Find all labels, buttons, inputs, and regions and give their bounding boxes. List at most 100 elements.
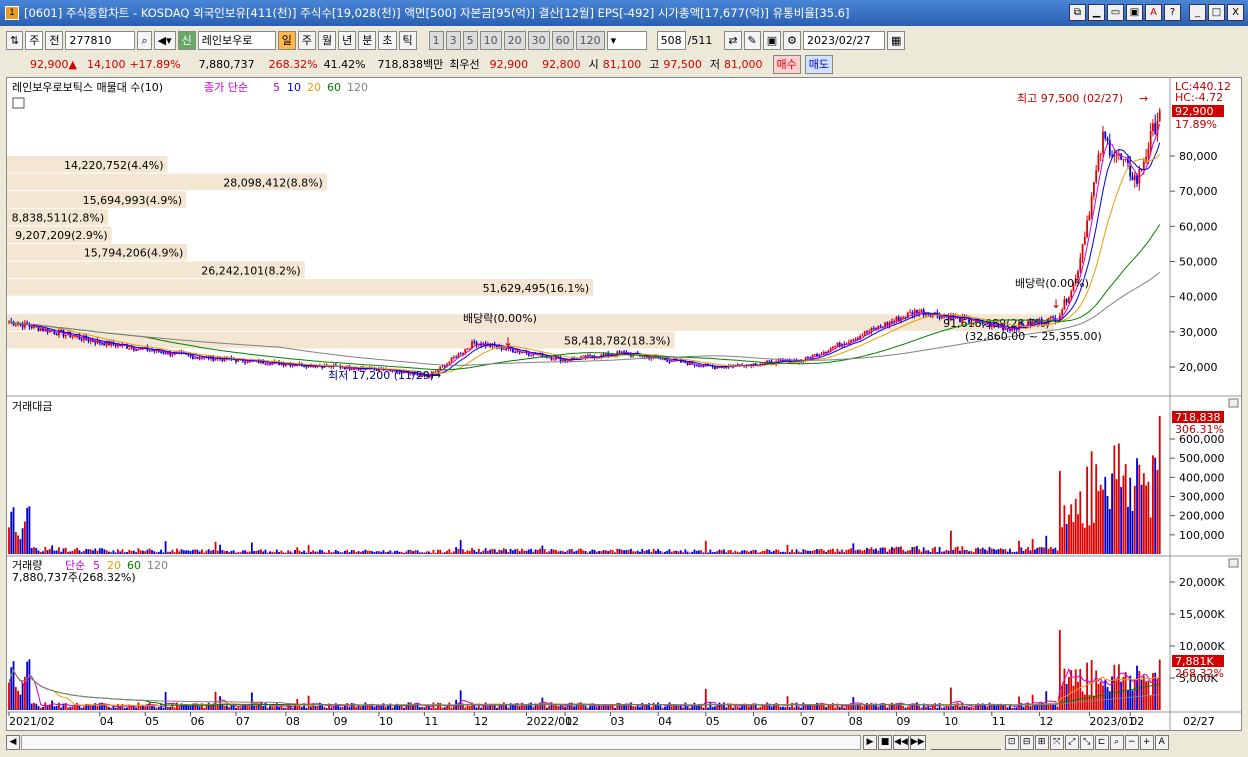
stock-code-input[interactable]: 277810 — [65, 30, 136, 50]
last-icon[interactable]: ▶▶ — [909, 734, 926, 750]
amount-bar — [155, 552, 158, 554]
amount-bar — [364, 549, 367, 554]
settings-icon[interactable]: ⚙ — [783, 30, 802, 50]
amount-bar — [695, 550, 698, 554]
close-button[interactable]: X — [1227, 4, 1244, 21]
tool-icon-5[interactable]: ⤢ — [1064, 734, 1079, 750]
volume-bar — [1022, 706, 1025, 710]
chart-area[interactable]: 14,220,752(4.4%) 28,098,412(8.8%) 15,694,9… — [6, 77, 1242, 731]
buy-button[interactable]: 매수 — [772, 54, 801, 74]
interval-60[interactable]: 60 — [551, 30, 574, 50]
volume-bar — [718, 702, 721, 710]
volume-close-icon[interactable] — [1228, 558, 1239, 568]
tab-tick[interactable]: 틱 — [398, 30, 417, 50]
amount-bar — [382, 550, 385, 554]
tool-icon-3[interactable]: ⊞ — [1034, 734, 1049, 750]
date-input[interactable]: 2023/02/27 — [803, 30, 886, 50]
scroll-right-icon[interactable]: ▶ — [863, 734, 877, 750]
sell-button[interactable]: 매도 — [804, 54, 834, 74]
volume-bar — [416, 702, 419, 710]
font-size-icon[interactable]: A — [1154, 734, 1169, 750]
interval-10[interactable]: 10 — [479, 30, 502, 50]
amount-bar — [55, 550, 58, 554]
amount-bar — [1040, 547, 1043, 554]
first-icon[interactable]: ◀◀ — [893, 734, 909, 750]
market-select[interactable]: 주 — [25, 30, 44, 50]
print-icon[interactable]: ▣ — [1126, 4, 1143, 21]
volume-bar — [80, 707, 83, 710]
amount-bar — [42, 551, 44, 554]
tool-icon[interactable]: ✎ — [743, 30, 761, 50]
new-badge[interactable]: 신 — [177, 30, 196, 50]
minimize-chart-icon[interactable]: ▁ — [1088, 4, 1105, 21]
link-icon[interactable]: ⧉ — [1069, 4, 1086, 21]
maximize-button[interactable]: □ — [1208, 4, 1225, 21]
horizontal-scrollbar[interactable] — [21, 734, 861, 750]
interval-custom-select[interactable]: ▾ — [606, 30, 647, 50]
candle-body — [643, 356, 646, 358]
amount-bar — [325, 552, 328, 554]
tool-icon-6[interactable]: ⤡ — [1079, 734, 1094, 750]
zoom-icon[interactable]: ⌕ — [1109, 734, 1124, 750]
compare-icon[interactable]: ⇄ — [724, 30, 742, 50]
tab-week[interactable]: 주 — [297, 30, 316, 50]
restore-chart-icon[interactable]: ▭ — [1107, 4, 1124, 21]
amount-close-icon[interactable] — [1228, 398, 1239, 408]
candle-body — [1145, 156, 1148, 162]
volume-bar — [271, 706, 274, 710]
search-icon[interactable]: ⌕ — [137, 30, 152, 50]
help-icon[interactable]: ? — [1164, 4, 1181, 21]
amount-bar — [1127, 506, 1129, 554]
chart-svg[interactable]: 14,220,752(4.4%) 28,098,412(8.8%) 15,694,9… — [7, 78, 1241, 730]
full-code-button[interactable]: 전 — [45, 30, 64, 50]
volume-bar — [398, 705, 401, 710]
candle-body — [693, 364, 696, 366]
interval-5[interactable]: 5 — [462, 30, 478, 50]
amount-bar — [17, 535, 19, 554]
amount-bar — [854, 550, 857, 554]
amount-bar — [679, 550, 682, 554]
amount-tick-label: 100,000 — [1179, 529, 1225, 542]
grid-icon[interactable] — [12, 97, 25, 109]
tab-year[interactable]: 년 — [338, 30, 357, 50]
pin-icon[interactable]: ⇅ — [6, 30, 24, 50]
tab-day[interactable]: 일 — [277, 30, 296, 50]
tool-icon-2[interactable]: ⊟ — [1019, 734, 1034, 750]
amount-bar — [396, 550, 399, 554]
volume-bar — [64, 702, 67, 710]
save-icon[interactable]: ▣ — [762, 30, 782, 50]
scroll-left-icon[interactable]: ◀ — [6, 734, 20, 750]
count-input[interactable]: 508 — [656, 30, 686, 50]
x-tick-label: 06 — [191, 715, 205, 728]
tab-second[interactable]: 초 — [378, 30, 397, 50]
candle-body — [153, 350, 156, 352]
amount-bar — [269, 551, 271, 554]
interval-120[interactable]: 120 — [575, 30, 605, 50]
amount-bar — [716, 551, 719, 554]
open-label: 시 — [588, 58, 599, 71]
amount-bar — [53, 550, 56, 554]
tab-minute[interactable]: 분 — [358, 30, 377, 50]
interval-30[interactable]: 30 — [527, 30, 550, 50]
tool-icon-1[interactable]: ⊡ — [1004, 734, 1019, 750]
zoom-out-icon[interactable]: − — [1124, 734, 1139, 750]
calendar-icon[interactable]: ▦ — [887, 30, 906, 50]
candle-body — [1061, 309, 1064, 316]
amount-bar — [452, 551, 455, 554]
interval-20[interactable]: 20 — [503, 30, 526, 50]
zoom-in-icon[interactable]: + — [1139, 734, 1154, 750]
volume-bar — [500, 705, 503, 710]
speaker-icon[interactable]: ◀▾ — [153, 30, 176, 50]
tool-icon-7[interactable]: ⊏ — [1094, 734, 1109, 750]
tab-month[interactable]: 월 — [318, 30, 337, 50]
interval-3[interactable]: 3 — [445, 30, 461, 50]
minimize-button[interactable]: _ — [1189, 4, 1206, 21]
candle-body — [266, 364, 269, 366]
interval-1[interactable]: 1 — [428, 30, 444, 50]
volume-bar — [496, 707, 498, 710]
tool-icon-4[interactable]: ⤧ — [1049, 734, 1064, 750]
up-arrow-icon: ▲ — [68, 57, 77, 71]
zoom-slider[interactable] — [930, 735, 1001, 750]
font-icon[interactable]: A — [1145, 4, 1162, 21]
stop-icon[interactable]: ■ — [878, 734, 892, 750]
